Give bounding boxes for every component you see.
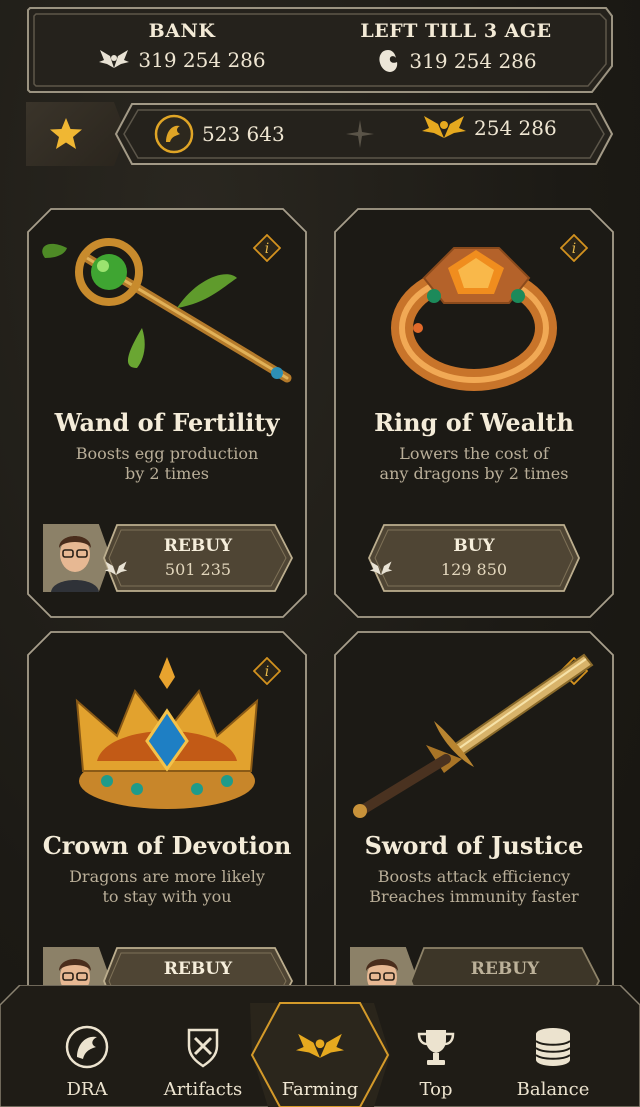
card-description: Lowers the cost of any dragons by 2 time… bbox=[354, 444, 594, 484]
button-label: BUY bbox=[453, 536, 495, 556]
bank-amount: 319 254 286 bbox=[52, 48, 312, 72]
nav-item-farming[interactable]: Farming bbox=[265, 1025, 375, 1100]
card-description-line: by 2 times bbox=[124, 464, 210, 483]
golden-dragon-icon bbox=[296, 1033, 344, 1058]
nav-item-dra[interactable]: DRA bbox=[32, 1025, 142, 1100]
card-description-line: Breaches immunity faster bbox=[369, 887, 579, 906]
left-till-age-value: 319 254 286 bbox=[409, 49, 537, 73]
card-title: Ring of Wealth bbox=[374, 408, 574, 437]
card-description-line: to stay with you bbox=[102, 887, 232, 906]
card-description-line: any dragons by 2 times bbox=[379, 464, 569, 483]
user-portrait-icon bbox=[43, 524, 111, 592]
card-description-line: Boosts attack efficiency bbox=[377, 867, 571, 886]
artifact-card-sword[interactable]: i Sword of Justice Boosts attack efficie… bbox=[334, 631, 614, 1041]
button-price: 501 235 bbox=[103, 560, 293, 579]
left-till-age-section: LEFT TILL 3 AGE 319 254 286 bbox=[326, 20, 586, 74]
dragon-head-icon bbox=[65, 1025, 109, 1069]
button-price: 129 850 bbox=[368, 560, 580, 579]
card-title: Crown of Devotion bbox=[42, 831, 292, 860]
nav-label: DRA bbox=[66, 1079, 108, 1100]
white-dragon-icon bbox=[104, 561, 128, 575]
card-description: Dragons are more likely to stay with you bbox=[47, 867, 287, 907]
buy-button[interactable]: BUY 129 850 bbox=[368, 524, 580, 592]
card-title: Sword of Justice bbox=[364, 831, 584, 860]
nav-item-balance[interactable]: Balance bbox=[498, 1025, 608, 1100]
price-value: 129 850 bbox=[440, 560, 508, 579]
rebuy-button[interactable]: REBUY 501 235 bbox=[103, 524, 293, 592]
bank-panel: BANK 319 254 286 LEFT TILL 3 AGE 319 254… bbox=[26, 6, 614, 94]
artifact-card-crown[interactable]: i Crown of Devotion Dragons are more lik… bbox=[27, 631, 307, 1041]
dragon-egg-icon bbox=[379, 50, 398, 72]
card-description-line: Boosts egg production bbox=[75, 444, 259, 463]
currency-panel: 523 643 254 286 bbox=[110, 102, 614, 166]
button-label: REBUY bbox=[163, 959, 233, 979]
card-description-line: Dragons are more likely bbox=[69, 867, 265, 886]
crown-icon bbox=[75, 657, 259, 809]
bank-value: 319 254 286 bbox=[138, 48, 266, 72]
artifact-card-wand[interactable]: i Wand of Fertility Boosts egg productio… bbox=[27, 208, 307, 618]
shield-icon bbox=[187, 1028, 219, 1068]
gold-dragon-coin-icon bbox=[154, 114, 194, 154]
nav-label: Artifacts bbox=[163, 1079, 243, 1100]
nav-label: Balance bbox=[516, 1079, 590, 1100]
sparkle-icon bbox=[346, 120, 374, 148]
left-till-age-amount: 319 254 286 bbox=[326, 48, 586, 74]
price-value: 501 235 bbox=[164, 560, 232, 579]
gold-coin-balance: 523 643 bbox=[154, 114, 285, 154]
nav-item-top[interactable]: Top bbox=[381, 1025, 491, 1100]
avatar bbox=[43, 524, 111, 592]
trophy-icon bbox=[417, 1030, 455, 1065]
coins-stack-icon bbox=[535, 1028, 571, 1066]
nav-label: Farming bbox=[281, 1079, 359, 1100]
wand-icon bbox=[42, 238, 292, 383]
ring-icon bbox=[391, 247, 557, 391]
artifact-card-ring[interactable]: i Ring of Wealth Lowers the cost of any … bbox=[334, 208, 614, 618]
wing-value: 254 286 bbox=[474, 116, 557, 140]
bank-label: BANK bbox=[148, 20, 216, 42]
left-till-age-label: LEFT TILL 3 AGE bbox=[360, 20, 552, 42]
card-description: Boosts egg production by 2 times bbox=[47, 444, 287, 484]
wing-balance: 254 286 bbox=[422, 114, 557, 142]
card-description-line: Lowers the cost of bbox=[399, 444, 549, 463]
sword-icon bbox=[353, 653, 594, 818]
gold-coin-value: 523 643 bbox=[202, 122, 285, 146]
white-dragon-icon bbox=[99, 50, 130, 68]
card-description: Boosts attack efficiency Breaches immuni… bbox=[354, 867, 594, 907]
nav-item-artifacts[interactable]: Artifacts bbox=[148, 1025, 258, 1100]
nav-label: Top bbox=[419, 1079, 453, 1100]
button-label: REBUY bbox=[470, 959, 540, 979]
gold-wings-icon bbox=[422, 116, 466, 138]
button-label: REBUY bbox=[163, 536, 233, 556]
bottom-nav: DRA Artifacts Farming Top Balance bbox=[0, 985, 640, 1107]
star-icon bbox=[50, 118, 82, 149]
bank-section: BANK 319 254 286 bbox=[52, 20, 312, 72]
white-dragon-icon bbox=[369, 561, 393, 575]
card-title: Wand of Fertility bbox=[54, 408, 280, 437]
